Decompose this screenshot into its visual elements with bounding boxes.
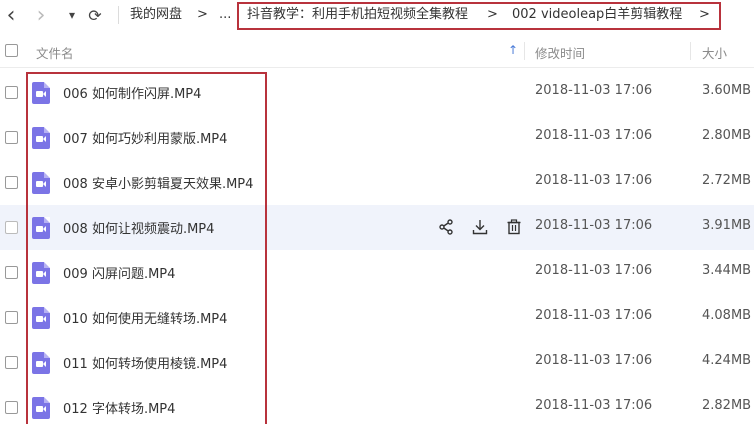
file-size: 3.91MB xyxy=(702,218,752,233)
history-dropdown-icon[interactable]: ▾ xyxy=(66,5,78,25)
back-arrow-icon[interactable]: ‹ xyxy=(4,3,18,28)
file-modified-date: 2018-11-03 17:06 xyxy=(535,353,653,368)
file-modified-date: 2018-11-03 17:06 xyxy=(535,83,653,98)
breadcrumb-ellipsis[interactable]: ... xyxy=(219,6,231,24)
sort-ascending-icon[interactable]: ↑ xyxy=(508,43,518,57)
delete-icon[interactable] xyxy=(504,217,524,237)
breadcrumb-root[interactable]: 我的网盘 xyxy=(130,6,182,24)
file-modified-date: 2018-11-03 17:06 xyxy=(535,308,653,323)
breadcrumb-folder-2[interactable]: 002 videoleap白羊剪辑教程 xyxy=(512,6,682,24)
row-checkbox[interactable] xyxy=(5,86,18,99)
share-icon[interactable] xyxy=(436,217,456,237)
file-modified-date: 2018-11-03 17:06 xyxy=(535,398,653,413)
file-size: 2.80MB xyxy=(702,128,752,143)
column-divider[interactable] xyxy=(690,42,691,60)
breadcrumb-folder-1[interactable]: 抖音教学：利用手机拍短视频全集教程 xyxy=(247,6,468,24)
row-checkbox[interactable] xyxy=(5,401,18,414)
breadcrumb-separator: > xyxy=(487,7,498,22)
download-icon[interactable] xyxy=(470,217,490,237)
file-modified-date: 2018-11-03 17:06 xyxy=(535,173,653,188)
file-modified-date: 2018-11-03 17:06 xyxy=(535,218,653,233)
column-divider[interactable] xyxy=(524,42,525,60)
file-modified-date: 2018-11-03 17:06 xyxy=(535,128,653,143)
toolbar: ‹ › ▾ ⟳ 我的网盘 > ... 抖音教学：利用手机拍短视频全集教程 > 0… xyxy=(0,0,754,32)
forward-arrow-icon[interactable]: › xyxy=(34,3,48,28)
refresh-icon[interactable]: ⟳ xyxy=(86,5,104,25)
row-checkbox[interactable] xyxy=(5,221,18,234)
column-header-name[interactable]: 文件名 xyxy=(36,43,74,62)
file-names-highlight-box xyxy=(26,72,267,424)
column-header-modified[interactable]: 修改时间 xyxy=(535,43,585,62)
row-checkbox[interactable] xyxy=(5,131,18,144)
file-list-header: 文件名 ↑ 修改时间 大小 xyxy=(0,34,754,68)
row-checkbox[interactable] xyxy=(5,266,18,279)
row-actions xyxy=(436,217,524,237)
file-size: 4.08MB xyxy=(702,308,752,323)
file-size: 2.82MB xyxy=(702,398,752,413)
toolbar-divider xyxy=(118,6,119,24)
breadcrumb-separator: > xyxy=(699,7,710,22)
file-size: 2.72MB xyxy=(702,173,752,188)
column-header-size[interactable]: 大小 xyxy=(702,43,727,62)
row-checkbox[interactable] xyxy=(5,176,18,189)
breadcrumb-separator: > xyxy=(197,7,208,22)
file-size: 3.60MB xyxy=(702,83,752,98)
file-size: 4.24MB xyxy=(702,353,752,368)
row-checkbox[interactable] xyxy=(5,356,18,369)
file-size: 3.44MB xyxy=(702,263,752,278)
select-all-checkbox[interactable] xyxy=(5,44,18,57)
row-checkbox[interactable] xyxy=(5,311,18,324)
file-modified-date: 2018-11-03 17:06 xyxy=(535,263,653,278)
